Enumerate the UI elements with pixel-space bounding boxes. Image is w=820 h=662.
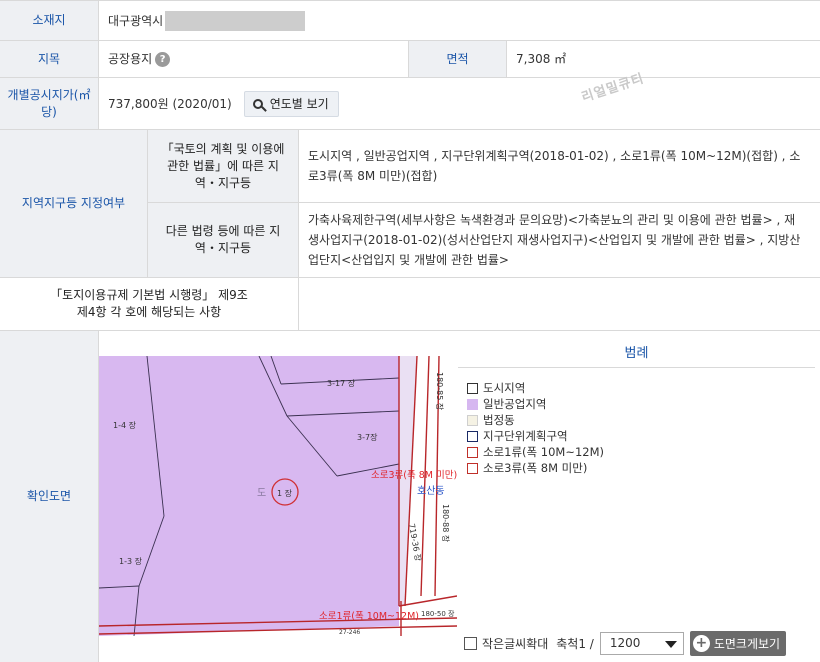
price-value: 737,800원 (2020/01) [108, 96, 232, 111]
map-controls: 작은글씨확대 축척1 / 1200 + 도면크게보기 [458, 627, 820, 659]
legend-swatch [467, 446, 478, 458]
national-law-value: 도시지역 , 일반공업지역 , 지구단위계획구역(2018-01-02) , 소… [308, 149, 801, 183]
legend-item: 법정동 [467, 412, 815, 428]
scale-value: 1200 [609, 636, 641, 650]
land-row: 지목 공장용지 ? 면적 7,308 ㎡ 리얼밀큐티 [0, 41, 820, 106]
small-text-label: 작은글씨확대 [482, 636, 549, 651]
scale-label: 축척1 / [556, 636, 594, 651]
chevron-down-icon [664, 640, 677, 648]
price-row: 개별공시지가(㎡당) 737,800원 (2020/01) 연도별 보기 [0, 78, 820, 130]
parcel-label: 3-17 장 [327, 378, 356, 388]
legend-list: 도시지역 일반공업지역 법정동 지구단위계획구역 소로1류(폭 10M~12M)… [458, 368, 815, 476]
parcel-label: 1-4 장 [113, 420, 137, 430]
legend-item: 지구단위계획구역 [467, 428, 815, 444]
parcel-label: 27-246 [339, 629, 360, 636]
legend-swatch [467, 398, 478, 410]
legend-swatch [467, 462, 478, 474]
parcel-label: 3-7장 [357, 432, 378, 442]
parcel-label: 180-50 장 [421, 609, 455, 618]
legend-swatch [467, 382, 478, 394]
legend-item: 소로1류(폭 10M~12M) [467, 444, 815, 460]
legend-label: 일반공업지역 [483, 397, 547, 411]
price-cell: 737,800원 (2020/01) 연도별 보기 [99, 78, 339, 129]
location-value: 대구광역시 [108, 13, 164, 28]
small-text-checkbox[interactable] [464, 636, 477, 650]
parcel-label: 180-88 장 [441, 504, 451, 543]
legend-item: 소로3류(폭 8M 미만) [467, 460, 815, 476]
legend-item: 도시지역 [467, 380, 815, 396]
district-label-faded: 도 [257, 488, 266, 499]
legend-swatch [467, 414, 478, 426]
zoning-row: 지역지구등 지정여부 「국토의 계획 및 이용에 관한 법률」에 따른 지역・지… [0, 130, 820, 278]
help-icon[interactable]: ? [155, 51, 171, 67]
other-law-label: 다른 법령 등에 따른 지역・지구등 [148, 203, 298, 277]
enlarge-map-label: 도면크게보기 [713, 636, 781, 651]
regulation-row: 「토지이용규제 기본법 시행령」 제9조제4항 각 호에 해당되는 사항 [0, 278, 820, 331]
legend-swatch [467, 430, 478, 442]
location-label: 소재지 [0, 1, 98, 40]
address-redaction [165, 10, 306, 31]
land-category-label: 지목 [0, 41, 98, 77]
price-label: 개별공시지가(㎡당) [0, 78, 98, 129]
land-category-cell: 공장용지 ? [99, 41, 409, 77]
legend-title: 범례 [458, 336, 815, 368]
road-label: 소로3류(폭 8M 미만) [371, 470, 457, 481]
national-law-label: 「국토의 계획 및 이용에 관한 법률」에 따른 지역・지구등 [148, 130, 298, 202]
district-label: 호산동 [417, 485, 445, 497]
parcel-label: 1-3 장 [119, 556, 143, 566]
legend-label: 지구단위계획구역 [483, 429, 568, 443]
legend-label: 소로1류(폭 10M~12M) [483, 445, 605, 459]
legend-label: 소로3류(폭 8M 미만) [483, 461, 588, 475]
location-value-cell: 대구광역시 [99, 1, 306, 40]
enlarge-map-button[interactable]: + 도면크게보기 [689, 630, 787, 656]
year-view-button[interactable]: 연도별 보기 [243, 90, 339, 117]
legend-label: 도시지역 [483, 381, 526, 395]
map-section-label: 확인도면 [0, 331, 98, 662]
search-icon [252, 98, 263, 109]
other-law-value: 가축사육제한구역(세부사항은 녹색환경과 문의요망)<가축분뇨의 관리 및 이용… [308, 213, 801, 267]
area-label: 면적 [409, 41, 506, 77]
legend-item: 일반공업지역 [467, 396, 815, 412]
confirmation-map[interactable]: 3-17 장 1-4 장 3-7장 1 장 1-3 장 180-85 장 180… [99, 356, 457, 636]
legend-panel: 범례 도시지역 일반공업지역 법정동 지구단위계획구역 소로1류(폭 10M~1… [458, 336, 815, 627]
regulation-value [299, 278, 308, 330]
regulation-label: 「토지이용규제 기본법 시행령」 제9조제4항 각 호에 해당되는 사항 [0, 278, 298, 330]
year-view-label: 연도별 보기 [269, 96, 329, 111]
area-value: 7,308 ㎡ [516, 52, 567, 66]
location-row: 소재지 대구광역시 [0, 0, 820, 41]
scale-select[interactable]: 1200 [599, 631, 684, 655]
land-category-value: 공장용지 [108, 52, 153, 66]
road-label: 소로1류(폭 10M~12M) [319, 611, 419, 622]
parcel-label: 1 장 [277, 488, 293, 498]
parcel-label: 180-85 장 [435, 372, 445, 411]
legend-label: 법정동 [483, 413, 515, 427]
zoning-section-label: 지역지구등 지정여부 [0, 130, 147, 277]
zoom-in-icon: + [692, 634, 710, 652]
